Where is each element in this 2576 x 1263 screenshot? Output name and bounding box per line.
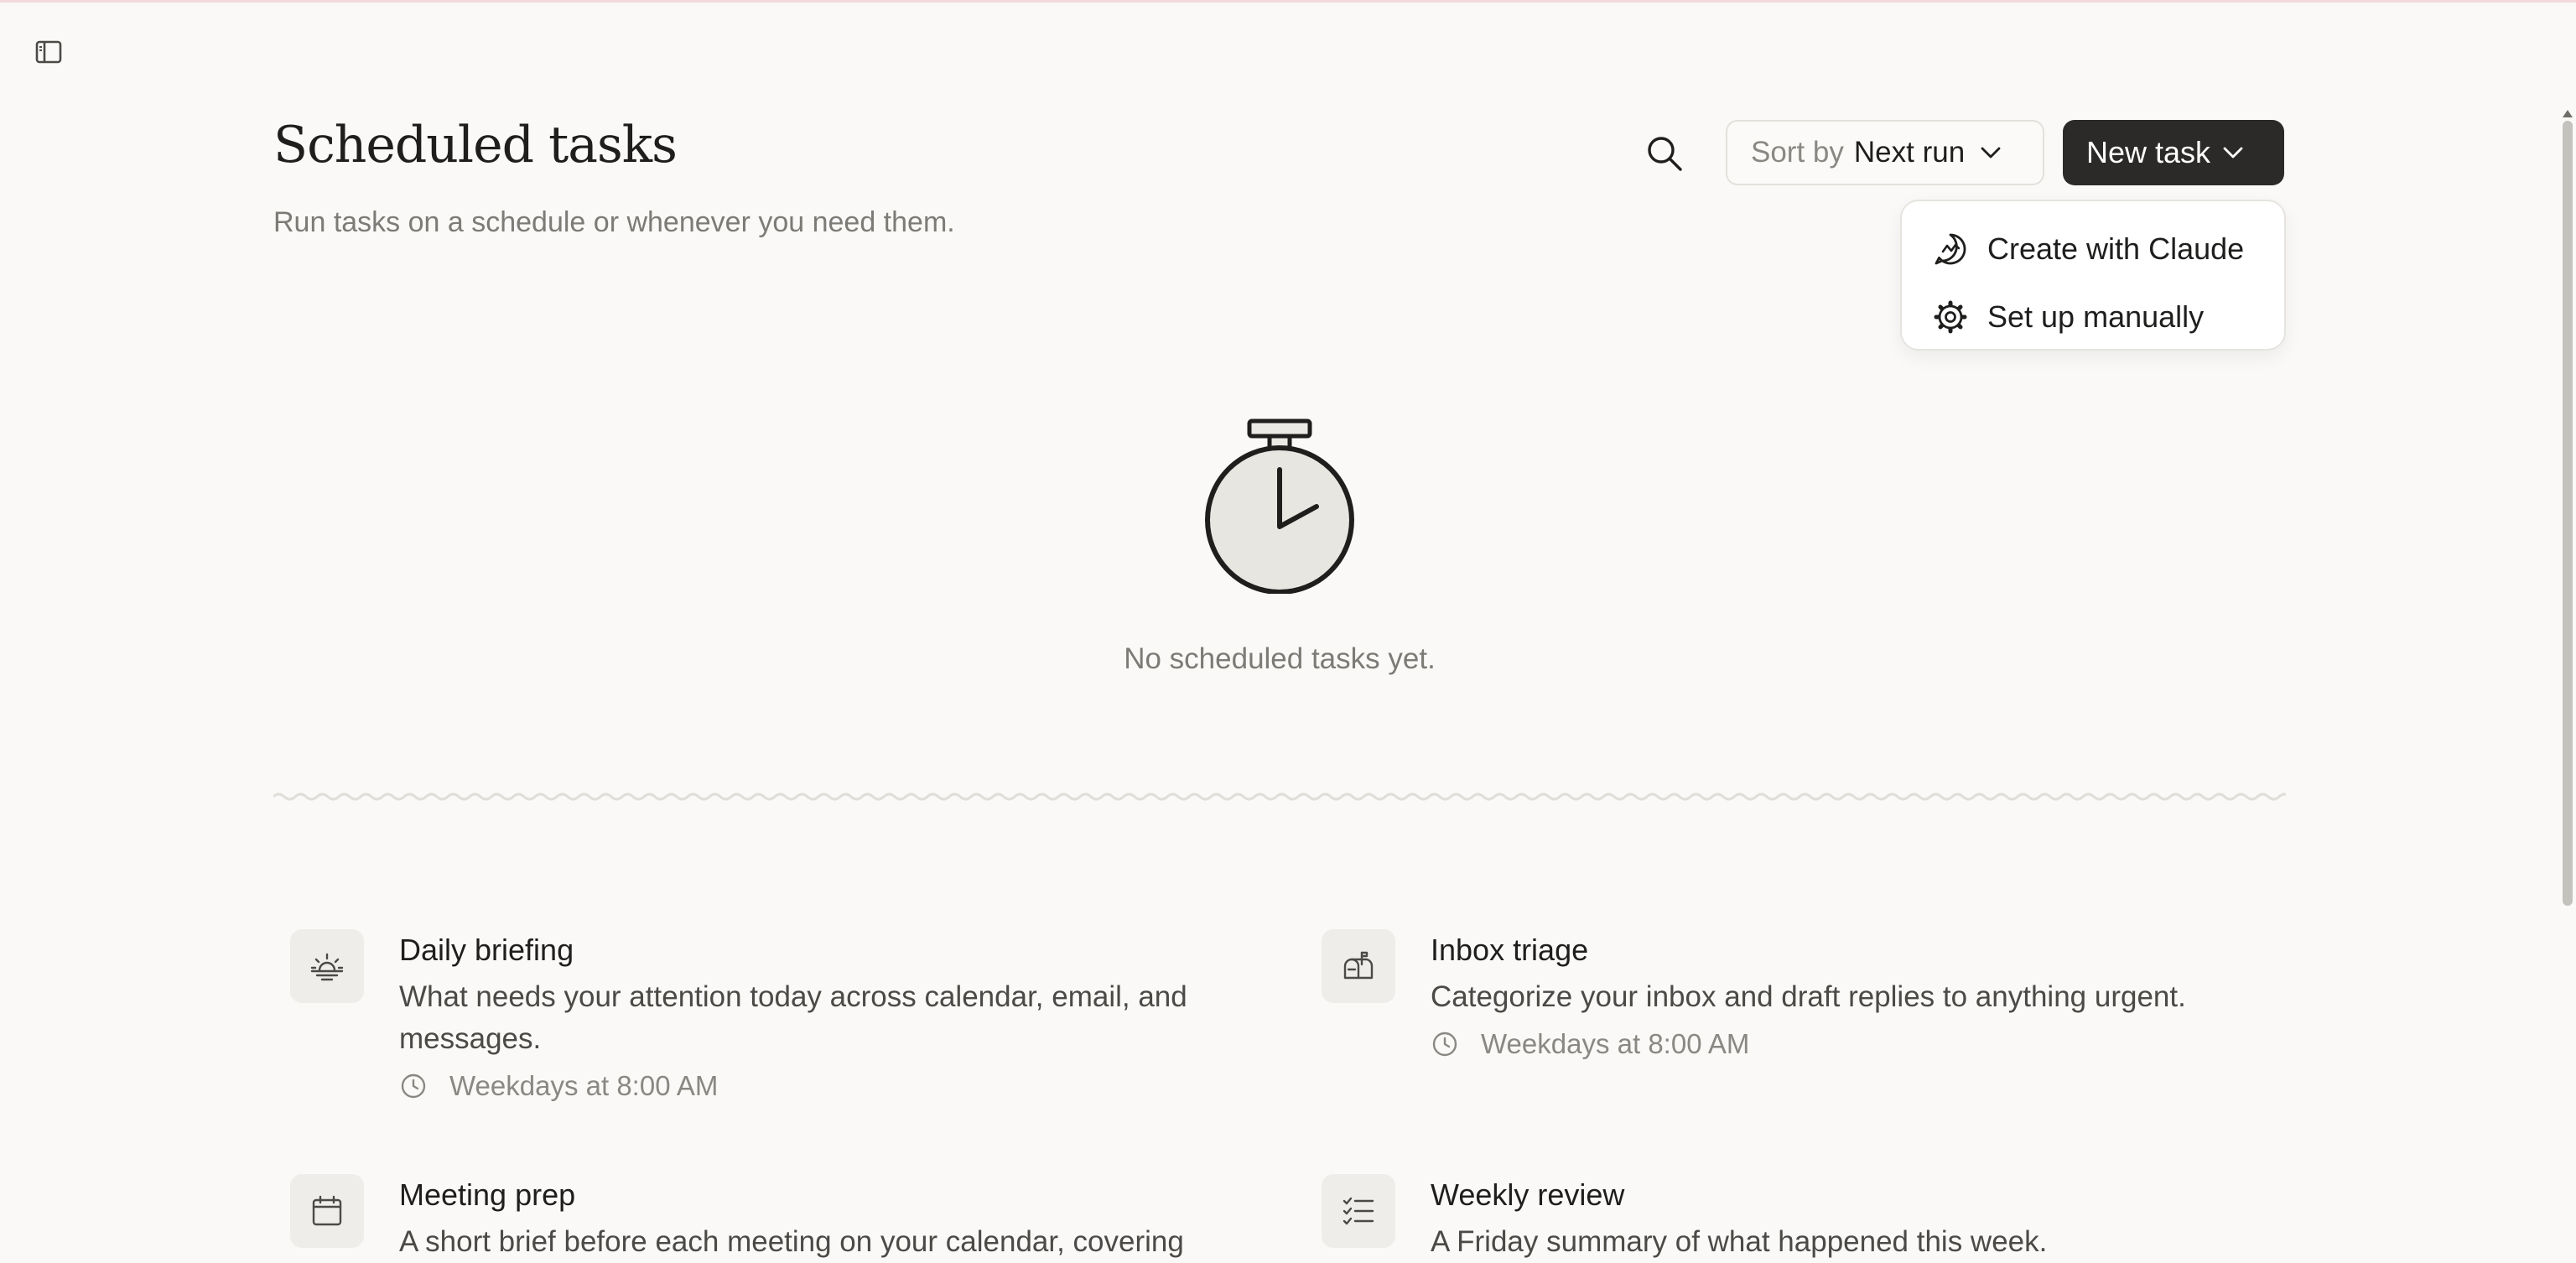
menu-item-set-up-manually[interactable]: Set up manually: [1932, 292, 2204, 342]
card-title: Inbox triage: [1431, 933, 1589, 967]
top-accent-line: [0, 0, 2576, 3]
sidebar-toggle-icon[interactable]: [34, 37, 64, 67]
stopwatch-icon: [1205, 418, 1354, 594]
new-task-menu: Create with Claude Set up manually: [1900, 200, 2286, 351]
clock-icon: [1432, 1032, 1457, 1057]
clock-icon: [401, 1073, 426, 1099]
page-title: Scheduled tasks: [273, 116, 678, 174]
card-description: Categorize your inbox and draft replies …: [1431, 980, 2186, 1013]
mailbox-icon: [1343, 951, 1374, 980]
card-title: Meeting prep: [399, 1177, 576, 1212]
gear-icon: [1934, 300, 1967, 334]
sort-value-label: Next run: [1853, 136, 1966, 169]
card-schedule: Weekdays at 8:00 AM: [1431, 1028, 1749, 1060]
card-title: Daily briefing: [399, 933, 574, 967]
card-icon-container: [1322, 929, 1395, 1003]
chevron-down-icon: [2223, 147, 2243, 159]
card-icon-container: [290, 1174, 364, 1248]
scrollbar-thumb[interactable]: [2563, 121, 2573, 906]
card-description: A short brief before each meeting on you…: [399, 1225, 1184, 1258]
menu-item-create-with-claude[interactable]: Create with Claude: [1932, 224, 2244, 274]
card-title: Weekly review: [1431, 1177, 1625, 1212]
chevron-down-icon: [1981, 147, 2001, 159]
card-icon-container: [290, 929, 364, 1003]
search-icon[interactable]: [1644, 133, 1685, 174]
card-schedule-label: Weekdays at 8:00 AM: [449, 1070, 719, 1101]
card-schedule-label: Weekdays at 8:00 AM: [1481, 1028, 1750, 1059]
sunrise-icon: [310, 953, 344, 981]
new-task-label: New task: [2086, 135, 2211, 169]
checklist-icon: [1343, 1197, 1374, 1225]
wavy-divider: [273, 793, 2286, 801]
card-icon-container: [1322, 1174, 1395, 1248]
page-subtitle: Run tasks on a schedule or whenever you …: [273, 206, 955, 238]
empty-state-message: No scheduled tasks yet.: [1124, 642, 1436, 675]
menu-item-label: Create with Claude: [1987, 231, 2245, 266]
menu-item-label: Set up manually: [1987, 299, 2205, 334]
card-description: What needs your attention today across c…: [399, 980, 1187, 1055]
new-task-button[interactable]: New task: [2063, 120, 2284, 185]
card-description: A Friday summary of what happened this w…: [1431, 1225, 2048, 1258]
sort-dropdown[interactable]: Sort by Next run: [1726, 120, 2044, 185]
chat-sparkle-icon: [1935, 233, 1966, 265]
calendar-icon: [312, 1195, 342, 1226]
sort-prefix-label: Sort by: [1751, 136, 1844, 169]
scroll-up-arrow-icon[interactable]: [2559, 107, 2576, 121]
card-schedule: Weekdays at 8:00 AM: [399, 1070, 718, 1102]
